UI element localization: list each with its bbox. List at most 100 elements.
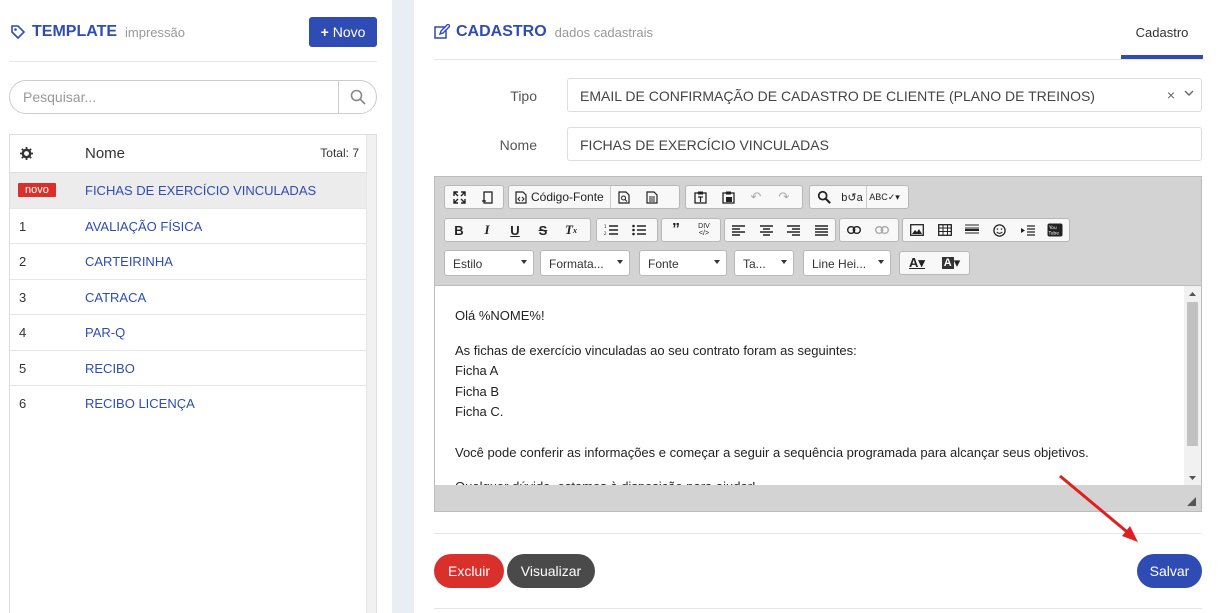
scroll-down-icon[interactable] bbox=[1189, 476, 1196, 481]
show-blocks-icon[interactable] bbox=[473, 186, 501, 208]
unlink-icon[interactable] bbox=[868, 219, 896, 241]
line-height-combo-label: Line Hei... bbox=[812, 257, 867, 271]
content-line: Ficha C. bbox=[455, 404, 504, 419]
horizontal-line-icon[interactable] bbox=[958, 219, 986, 241]
remove-format-icon[interactable]: Tx bbox=[557, 219, 585, 241]
toolbar-group-insert: You Tube bbox=[902, 218, 1070, 242]
templates-icon[interactable] bbox=[638, 186, 666, 208]
background-color-icon[interactable]: A ▾ bbox=[934, 252, 968, 274]
underline-icon[interactable]: U bbox=[501, 219, 529, 241]
blockquote-icon[interactable]: ” bbox=[662, 219, 690, 241]
list-item[interactable]: 6 RECIBO LICENÇA bbox=[10, 386, 367, 422]
scroll-thumb[interactable] bbox=[1187, 302, 1198, 446]
content-line: Você pode conferir as informações e come… bbox=[455, 444, 1089, 460]
toolbar-group-colors: A▾ A ▾ bbox=[899, 251, 970, 275]
total-count: Total: 7 bbox=[320, 146, 359, 160]
bold-icon[interactable]: B bbox=[445, 219, 473, 241]
toolbar-group-list: 12 bbox=[596, 218, 658, 242]
italic-icon[interactable]: I bbox=[473, 219, 501, 241]
source-button[interactable]: Código-Fonte bbox=[509, 186, 610, 208]
list-item[interactable]: 3 CATRACA bbox=[10, 280, 367, 315]
redo-icon[interactable]: ↷ bbox=[770, 186, 798, 208]
content-line: Ficha B bbox=[455, 383, 500, 399]
text-color-icon[interactable]: A▾ bbox=[900, 252, 934, 274]
divider bbox=[434, 608, 1202, 609]
tag-icon bbox=[11, 25, 26, 40]
clear-icon[interactable]: × bbox=[1167, 87, 1175, 103]
list-item[interactable]: 1 AVALIAÇÃO FÍSICA bbox=[10, 209, 367, 244]
align-justify-icon[interactable] bbox=[808, 219, 836, 241]
style-combo[interactable]: Estilo bbox=[444, 250, 534, 276]
cadastro-panel: CADASTRO dados cadastrais Cadastro Tipo … bbox=[414, 0, 1220, 613]
scroll-up-icon[interactable] bbox=[1189, 291, 1196, 296]
content-greeting: Olá %NOME%! bbox=[455, 308, 545, 323]
new-template-button[interactable]: + Novo bbox=[309, 17, 377, 47]
tab-cadastro[interactable]: Cadastro bbox=[1121, 18, 1203, 58]
list-item[interactable]: 5 RECIBO bbox=[10, 351, 367, 386]
save-button[interactable]: Salvar bbox=[1137, 554, 1202, 588]
editor-content[interactable]: Olá %NOME%! As fichas de exercício vincu… bbox=[435, 285, 1201, 485]
toolbar-group-blocks: ” DIV </> bbox=[661, 218, 721, 242]
tipo-select[interactable]: EMAIL DE CONFIRMAÇÃO DE CADASTRO DE CLIE… bbox=[567, 78, 1202, 112]
resize-handle-icon[interactable] bbox=[1187, 497, 1196, 506]
strike-icon[interactable]: S bbox=[529, 219, 557, 241]
paste-text-icon[interactable] bbox=[686, 186, 714, 208]
divider bbox=[434, 59, 1202, 60]
align-right-icon[interactable] bbox=[780, 219, 808, 241]
format-combo[interactable]: Formata... bbox=[540, 250, 630, 276]
tipo-value: EMAIL DE CONFIRMAÇÃO DE CADASTRO DE CLIE… bbox=[580, 88, 1095, 104]
align-center-icon[interactable] bbox=[753, 219, 781, 241]
preview-icon[interactable] bbox=[609, 186, 638, 208]
format-combo-label: Formata... bbox=[549, 257, 604, 271]
list-item[interactable]: novo FICHAS DE EXERCÍCIO VINCULADAS bbox=[10, 173, 367, 209]
list-scrollbar[interactable] bbox=[366, 135, 376, 613]
toolbar-group-document: Código-Fonte bbox=[508, 185, 680, 209]
table-icon[interactable] bbox=[931, 219, 959, 241]
font-size-combo[interactable]: Ta... bbox=[734, 250, 794, 276]
preview-button[interactable]: Visualizar bbox=[507, 554, 595, 588]
content-line: As fichas de exercício vinculadas ao seu… bbox=[455, 342, 857, 358]
nome-field[interactable]: FICHAS DE EXERCÍCIO VINCULADAS bbox=[567, 127, 1202, 161]
source-icon bbox=[515, 190, 527, 204]
search-input[interactable]: Pesquisar... bbox=[10, 89, 338, 105]
search-button[interactable] bbox=[338, 81, 376, 113]
image-icon[interactable] bbox=[903, 219, 931, 241]
editor-text: Olá %NOME%! As fichas de exercício vincu… bbox=[455, 306, 1089, 485]
template-panel: TEMPLATE impressão + Novo Pesquisar... N… bbox=[0, 0, 392, 613]
align-left-icon[interactable] bbox=[725, 219, 753, 241]
div-icon[interactable]: DIV </> bbox=[690, 219, 718, 241]
list-item-id: 3 bbox=[19, 289, 27, 305]
cadastro-subtitle: dados cadastrais bbox=[554, 24, 653, 40]
bulleted-list-icon[interactable] bbox=[625, 219, 653, 241]
list-item[interactable]: 4 PAR-Q bbox=[10, 315, 367, 351]
numbered-list-icon[interactable]: 12 bbox=[597, 219, 625, 241]
cadastro-title: CADASTRO dados cadastrais bbox=[434, 20, 653, 44]
search-box[interactable]: Pesquisar... bbox=[9, 80, 377, 114]
replace-icon[interactable]: b↺a bbox=[838, 186, 866, 208]
tipo-label: Tipo bbox=[510, 88, 537, 104]
source-label: Código-Fonte bbox=[531, 190, 604, 204]
page-break-icon[interactable] bbox=[1014, 219, 1042, 241]
line-height-combo[interactable]: Line Hei... bbox=[803, 250, 891, 276]
spellcheck-icon[interactable]: ABC✓▾ bbox=[866, 186, 902, 208]
link-icon[interactable] bbox=[840, 219, 868, 241]
svg-text:1: 1 bbox=[604, 224, 607, 229]
list-item-id: 2 bbox=[19, 254, 27, 269]
delete-button[interactable]: Excluir bbox=[434, 554, 504, 588]
smiley-icon[interactable] bbox=[986, 219, 1014, 241]
chevron-down-icon bbox=[1184, 90, 1194, 96]
find-icon[interactable] bbox=[810, 186, 838, 208]
panel-divider bbox=[392, 0, 414, 613]
font-combo[interactable]: Fonte bbox=[639, 250, 727, 276]
list-item-id: 6 bbox=[19, 396, 27, 411]
list-item[interactable]: 2 CARTEIRINHA bbox=[10, 244, 367, 280]
plus-icon: + bbox=[320, 24, 329, 40]
maximize-icon[interactable] bbox=[445, 186, 473, 208]
editor-scrollbar[interactable] bbox=[1184, 286, 1201, 485]
youtube-icon[interactable]: You Tube bbox=[1041, 219, 1069, 241]
paste-word-icon[interactable] bbox=[714, 186, 742, 208]
undo-icon[interactable]: ↶ bbox=[742, 186, 770, 208]
cadastro-title-text: CADASTRO bbox=[456, 23, 547, 40]
list-item-id: 4 bbox=[19, 325, 27, 340]
new-button-label: Novo bbox=[332, 24, 366, 40]
